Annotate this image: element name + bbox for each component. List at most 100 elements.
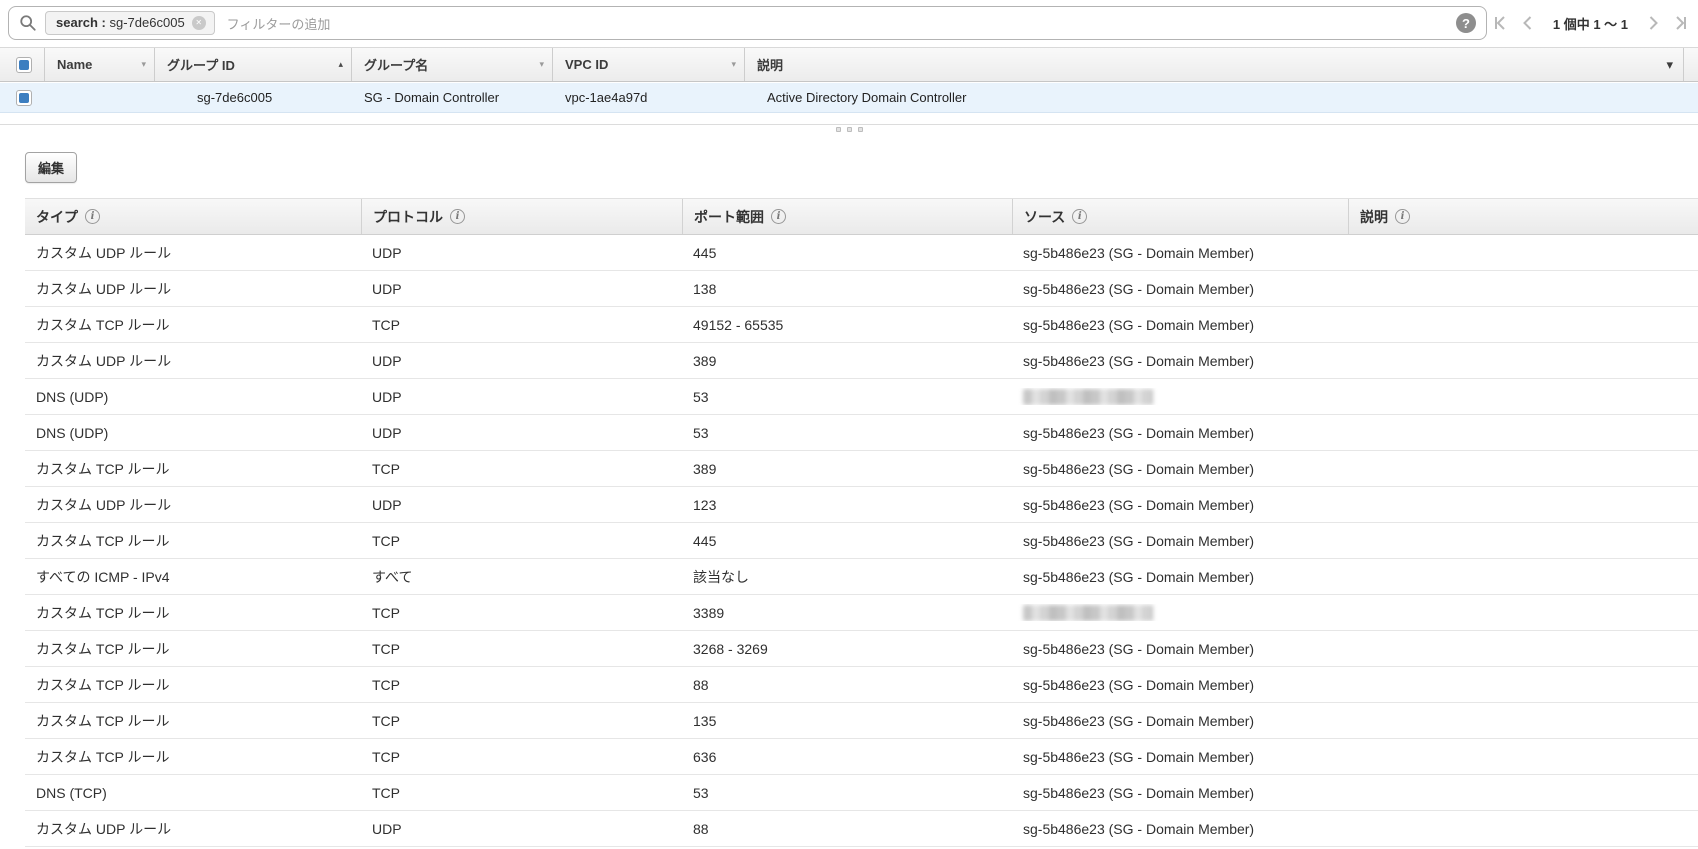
next-page-icon xyxy=(1649,16,1658,30)
rule-port-range: 445 xyxy=(693,532,717,549)
rule-row[interactable]: カスタム UDP ルール UDP 445 sg-5b486e23 (SG - D… xyxy=(25,235,1698,271)
rule-port-range: 3268 - 3269 xyxy=(693,640,768,657)
rule-protocol: TCP xyxy=(372,532,400,549)
rule-row[interactable]: カスタム TCP ルール TCP 3268 - 3269 sg-5b486e23… xyxy=(25,631,1698,667)
rule-port-range: 135 xyxy=(693,712,717,729)
rule-type: DNS (UDP) xyxy=(36,424,109,441)
sort-caret-icon[interactable] xyxy=(141,59,146,70)
select-all-checkbox[interactable] xyxy=(16,56,32,73)
rule-port-range: 53 xyxy=(693,424,709,441)
column-header-extra[interactable] xyxy=(1636,48,1684,81)
column-header-description[interactable]: 説明 xyxy=(745,48,1636,81)
row-select-cell xyxy=(0,89,45,106)
rule-protocol: TCP xyxy=(372,748,400,765)
rule-row[interactable]: カスタム TCP ルール TCP 389 sg-5b486e23 (SG - D… xyxy=(25,451,1698,487)
rule-source: sg-5b486e23 (SG - Domain Member) xyxy=(1023,676,1255,693)
next-page-button[interactable] xyxy=(1646,16,1660,30)
last-page-button[interactable] xyxy=(1674,16,1688,30)
rule-port-range: 445 xyxy=(693,244,717,261)
redacted-source xyxy=(1023,605,1153,622)
filter-input-placeholder[interactable]: フィルターの追加 xyxy=(227,14,1456,33)
rule-source: sg-5b486e23 (SG - Domain Member) xyxy=(1023,244,1255,261)
column-header-name[interactable]: Name xyxy=(45,48,155,81)
rule-row[interactable]: カスタム UDP ルール UDP 138 sg-5b486e23 (SG - D… xyxy=(25,271,1698,307)
security-groups-console: search : sg-7de6c005 フィルターの追加 1 個中 1 ～ 1 xyxy=(0,0,1698,849)
rule-port-range: 3389 xyxy=(693,604,725,621)
rule-port-range: 123 xyxy=(693,496,717,513)
prev-page-icon xyxy=(1522,16,1532,30)
rule-source: sg-5b486e23 (SG - Domain Member) xyxy=(1023,280,1255,297)
rule-row[interactable]: DNS (TCP) TCP 53 sg-5b486e23 (SG - Domai… xyxy=(25,775,1698,811)
rule-row[interactable]: カスタム TCP ルール TCP 88 sg-5b486e23 (SG - Do… xyxy=(25,667,1698,703)
help-icon[interactable] xyxy=(1456,13,1476,33)
rule-port-range: 53 xyxy=(693,388,709,405)
column-header-group-id[interactable]: グループ ID xyxy=(155,48,352,81)
rules-column-protocol: プロトコル xyxy=(361,199,682,234)
rule-row[interactable]: すべての ICMP - IPv4 すべて 該当なし sg-5b486e23 (S… xyxy=(25,559,1698,595)
search-bar[interactable]: search : sg-7de6c005 フィルターの追加 xyxy=(8,6,1487,40)
rules-column-port-range: ポート範囲 xyxy=(682,199,1012,234)
rule-type: カスタム UDP ルール xyxy=(36,280,172,297)
rule-protocol: TCP xyxy=(372,460,400,477)
rule-source: sg-5b486e23 (SG - Domain Member) xyxy=(1023,748,1255,765)
sg-vpc-id-cell: vpc-1ae4a97d xyxy=(565,90,648,105)
rules-column-description: 説明 xyxy=(1348,199,1698,234)
rule-type: カスタム UDP ルール xyxy=(36,496,172,513)
pane-divider xyxy=(0,124,1698,125)
rule-source: sg-5b486e23 (SG - Domain Member) xyxy=(1023,496,1255,513)
rule-type: カスタム TCP ルール xyxy=(36,316,170,333)
first-page-button[interactable] xyxy=(1493,16,1507,30)
info-icon[interactable] xyxy=(1395,209,1410,224)
last-page-icon xyxy=(1676,16,1686,30)
inbound-rules-table: タイプ プロトコル ポート範囲 ソース 説明 カスタム UDP ルール UDP xyxy=(25,198,1698,847)
rule-row[interactable]: DNS (UDP) UDP 53 sg-5b486e23 (SG - Domai… xyxy=(25,415,1698,451)
rule-protocol: UDP xyxy=(372,244,402,261)
rule-row[interactable]: カスタム UDP ルール UDP 389 sg-5b486e23 (SG - D… xyxy=(25,343,1698,379)
info-icon[interactable] xyxy=(85,209,100,224)
rule-port-range: 88 xyxy=(693,676,709,693)
remove-filter-icon[interactable] xyxy=(191,15,206,30)
security-group-row[interactable]: sg-7de6c005 SG - Domain Controller vpc-1… xyxy=(0,83,1698,113)
column-header-group-name[interactable]: グループ名 xyxy=(352,48,553,81)
first-page-icon xyxy=(1494,16,1505,30)
rule-protocol: UDP xyxy=(372,820,402,837)
column-header-vpc-id[interactable]: VPC ID xyxy=(553,48,745,81)
rule-type: DNS (UDP) xyxy=(36,388,109,405)
rule-protocol: UDP xyxy=(372,352,402,369)
prev-page-button[interactable] xyxy=(1521,16,1535,30)
pane-resize-handle-icon[interactable] xyxy=(0,127,1698,132)
pagination: 1 個中 1 ～ 1 xyxy=(1493,6,1688,40)
rule-protocol: UDP xyxy=(372,424,402,441)
search-filter-tag[interactable]: search : sg-7de6c005 xyxy=(45,11,215,35)
rules-table-header: タイプ プロトコル ポート範囲 ソース 説明 xyxy=(25,198,1698,235)
rule-source: sg-5b486e23 (SG - Domain Member) xyxy=(1023,820,1255,837)
rule-type: カスタム TCP ルール xyxy=(36,460,170,477)
info-icon[interactable] xyxy=(771,209,786,224)
sg-group-id-cell: sg-7de6c005 xyxy=(197,90,273,105)
select-all-cell xyxy=(0,48,45,81)
rule-row[interactable]: カスタム TCP ルール TCP 135 sg-5b486e23 (SG - D… xyxy=(25,703,1698,739)
rule-row[interactable]: カスタム UDP ルール UDP 123 sg-5b486e23 (SG - D… xyxy=(25,487,1698,523)
rule-row[interactable]: カスタム TCP ルール TCP 3389 xyxy=(25,595,1698,631)
rule-row[interactable]: カスタム TCP ルール TCP 636 sg-5b486e23 (SG - D… xyxy=(25,739,1698,775)
rule-port-range: 53 xyxy=(693,784,709,801)
sort-asc-icon[interactable] xyxy=(338,59,343,70)
rule-row[interactable]: カスタム TCP ルール TCP 445 sg-5b486e23 (SG - D… xyxy=(25,523,1698,559)
rule-row[interactable]: カスタム UDP ルール UDP 88 sg-5b486e23 (SG - Do… xyxy=(25,811,1698,847)
rule-protocol: すべて xyxy=(372,568,413,585)
rule-source: sg-5b486e23 (SG - Domain Member) xyxy=(1023,424,1255,441)
rule-type: カスタム UDP ルール xyxy=(36,820,172,837)
rule-type: カスタム UDP ルール xyxy=(36,352,172,369)
row-checkbox[interactable] xyxy=(16,89,32,106)
rule-type: カスタム TCP ルール xyxy=(36,748,170,765)
info-icon[interactable] xyxy=(1072,209,1088,224)
sort-caret-icon[interactable] xyxy=(731,59,736,70)
rule-protocol: TCP xyxy=(372,640,400,657)
rule-source xyxy=(1012,604,1348,622)
rules-table-body: カスタム UDP ルール UDP 445 sg-5b486e23 (SG - D… xyxy=(25,235,1698,847)
rule-row[interactable]: カスタム TCP ルール TCP 49152 - 65535 sg-5b486e… xyxy=(25,307,1698,343)
rule-row[interactable]: DNS (UDP) UDP 53 xyxy=(25,379,1698,415)
sort-caret-icon[interactable] xyxy=(539,59,544,70)
edit-button[interactable]: 編集 xyxy=(25,152,78,183)
info-icon[interactable] xyxy=(450,209,465,224)
